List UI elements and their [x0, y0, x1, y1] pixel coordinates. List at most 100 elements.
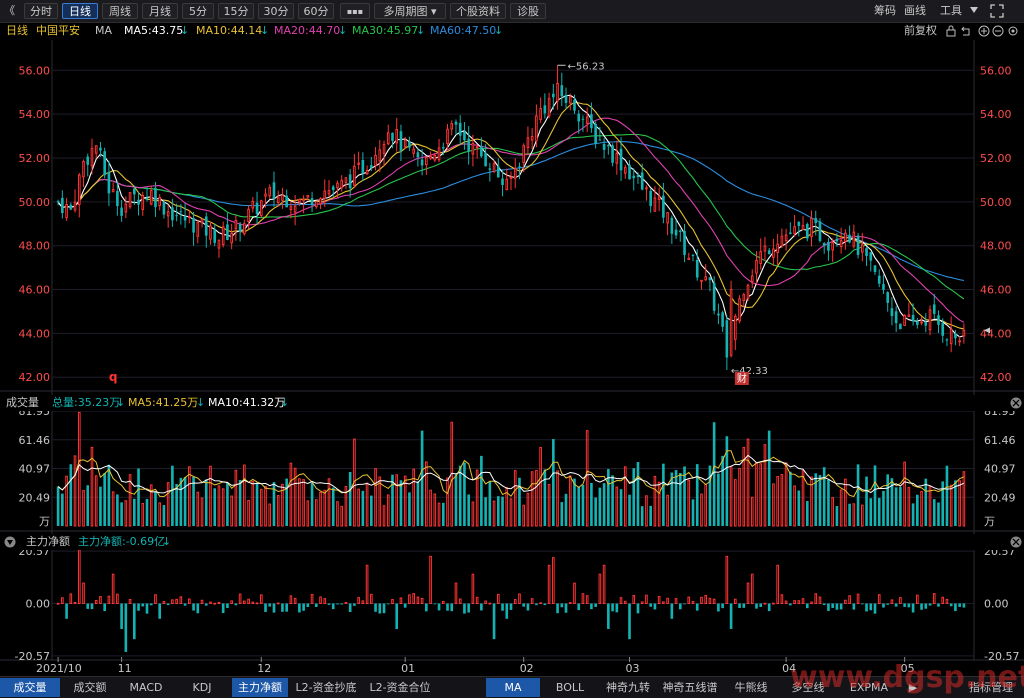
tab-turnover[interactable]: 成交额	[62, 678, 118, 697]
candle-body	[530, 136, 534, 141]
candle-body	[200, 218, 204, 223]
candle-body	[860, 244, 864, 253]
fund-panel-title[interactable]: 主力净额	[26, 534, 70, 550]
candle-body	[488, 168, 492, 170]
fund-bar	[103, 603, 106, 612]
fund-bar	[962, 603, 966, 608]
candle-body	[539, 107, 542, 120]
fund-bar	[272, 603, 276, 613]
fund-bar	[738, 603, 741, 609]
fund-bar	[196, 603, 200, 614]
volume-bar	[488, 481, 492, 526]
volume-bar	[670, 472, 674, 526]
candle-body	[776, 243, 779, 253]
candle-body	[573, 99, 576, 111]
candle-body	[513, 168, 517, 179]
volume-bar	[463, 462, 466, 526]
volume-ma10-arrow: ↓	[280, 396, 290, 409]
volume-total-arrow: ↓	[116, 396, 126, 409]
x-tick-label: 2021/10	[36, 662, 82, 675]
tab-l2-bottom-fishing[interactable]: L2-资金抄底	[290, 678, 362, 697]
volume-bar	[865, 476, 868, 526]
candle-body	[420, 159, 424, 166]
candle-body	[217, 239, 221, 249]
volume-bar	[285, 478, 288, 526]
candle-body	[818, 221, 822, 241]
candle-body	[522, 145, 526, 163]
candle-body	[196, 221, 200, 237]
close-panel-icon[interactable]	[1010, 397, 1022, 409]
candle-body	[894, 311, 898, 324]
candle-body	[649, 190, 652, 207]
candle-body	[374, 154, 377, 166]
candle-body	[467, 138, 470, 152]
volume-bar	[712, 422, 716, 526]
candle-body	[581, 118, 585, 120]
fund-bar	[577, 603, 581, 611]
fund-bar	[683, 603, 686, 605]
candle-body	[145, 197, 149, 200]
candlestick-chart[interactable]: 56.00 56.00 54.00 54.00 52.00 52.00 50.00 50.00…	[0, 0, 1024, 676]
fund-bar	[450, 603, 454, 612]
candle-body	[856, 235, 860, 255]
fund-panel-header: 主力净额 主力净额:-0.69亿 ↓	[0, 534, 1024, 550]
fund-bar	[374, 603, 377, 612]
candle-body	[276, 196, 280, 204]
collapse-icon[interactable]	[4, 536, 16, 548]
fund-bar	[348, 603, 352, 612]
price-tick-label-right: 56.00	[980, 64, 1012, 77]
candle-body	[61, 197, 64, 214]
tab-l2-position[interactable]: L2-资金合位	[364, 678, 436, 697]
volume-bar	[797, 490, 801, 526]
volume-bar	[581, 484, 585, 526]
tab-main-fund[interactable]: 主力净额	[232, 678, 288, 697]
fund-bar	[281, 603, 284, 612]
candle-body	[429, 155, 432, 159]
price-tick-label-right: 42.00	[980, 371, 1012, 384]
fund-bar	[755, 603, 758, 609]
candle-body	[73, 201, 77, 211]
fund-bar	[865, 603, 868, 612]
tab-boll[interactable]: BOLL	[542, 678, 598, 697]
volume-panel-title[interactable]: 成交量	[6, 395, 39, 411]
fund-bar	[221, 603, 225, 614]
volume-bar	[543, 469, 547, 526]
fund-bar	[437, 603, 441, 611]
candle-body	[446, 128, 449, 145]
tab-magic-nine[interactable]: 神奇九转	[600, 678, 656, 697]
tab-volume[interactable]: 成交量	[0, 678, 60, 697]
volume-bar	[805, 501, 809, 526]
tab-macd[interactable]: MACD	[120, 678, 172, 697]
candle-body	[94, 145, 98, 154]
high-price-label: ←56.23	[568, 61, 605, 72]
candle-body	[298, 198, 301, 203]
volume-bar	[310, 482, 314, 526]
candle-body	[877, 275, 881, 284]
volume-bar	[767, 430, 771, 526]
candle-body	[179, 211, 183, 213]
volume-bar	[204, 479, 208, 526]
fund-bar	[911, 603, 915, 613]
candle-body	[657, 196, 661, 200]
candle-body	[65, 203, 68, 219]
fund-tick-label-right: 0.00	[984, 598, 1009, 611]
price-tick-label-right: 52.00	[980, 152, 1012, 165]
tab-magic-five-lines[interactable]: 神奇五线谱	[658, 678, 722, 697]
tab-kdj[interactable]: KDJ	[174, 678, 230, 697]
candle-body	[433, 154, 437, 161]
candle-body	[784, 234, 788, 242]
candle-body	[323, 190, 327, 199]
tab-bull-bear-line[interactable]: 牛熊线	[724, 678, 778, 697]
fund-bar	[509, 603, 513, 610]
volume-bar	[640, 506, 644, 526]
fund-bar	[772, 602, 775, 605]
volume-bar	[441, 502, 445, 526]
candle-body	[577, 113, 581, 122]
close-panel-icon[interactable]	[1010, 536, 1022, 548]
candle-body	[729, 289, 733, 356]
volume-bar	[869, 498, 873, 526]
candle-body	[560, 85, 564, 97]
tab-ma[interactable]: MA	[486, 678, 540, 697]
candle-body	[480, 146, 483, 157]
candle-body	[607, 145, 610, 147]
